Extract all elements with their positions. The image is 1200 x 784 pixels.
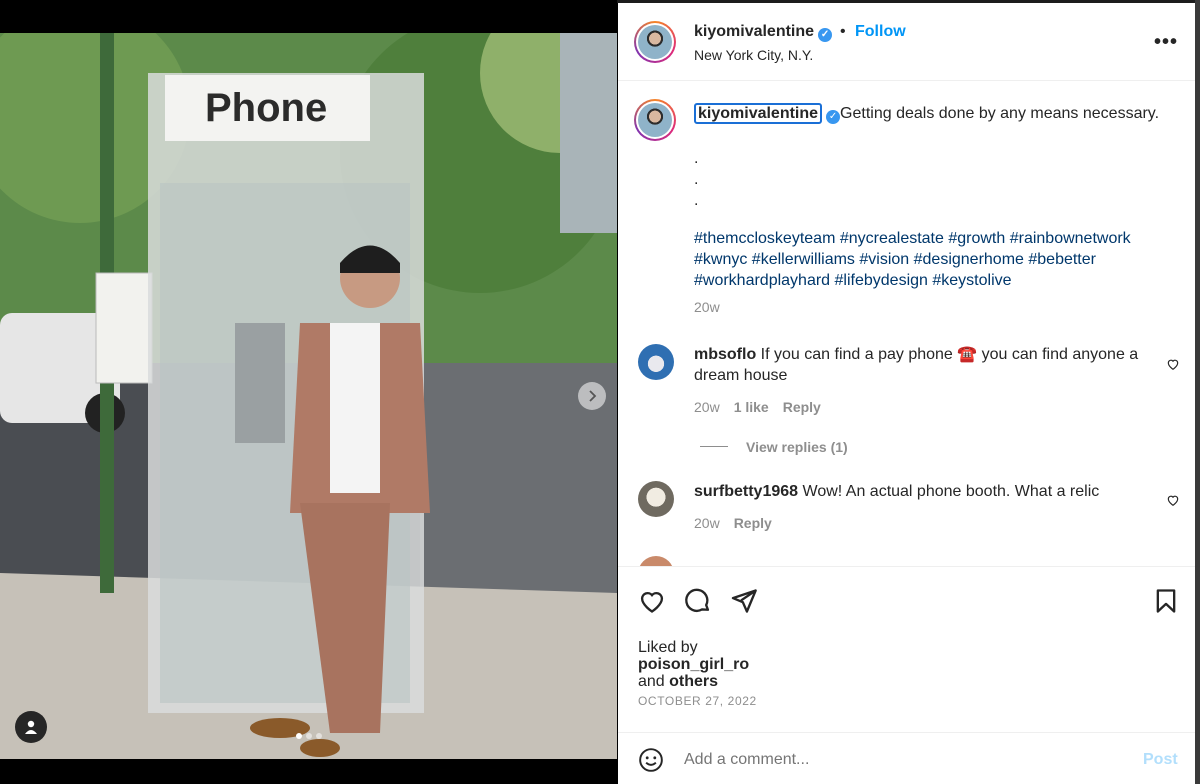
follow-button[interactable]: Follow xyxy=(855,23,906,41)
comment-2-meta: 20w Reply xyxy=(694,515,772,531)
liked-by-summary: Liked by poison_girl_ro and others xyxy=(638,639,750,690)
commenter-avatar[interactable] xyxy=(638,481,674,517)
comment-like-heart-icon[interactable] xyxy=(1166,493,1180,507)
post-location[interactable]: New York City, N.Y. xyxy=(694,47,813,63)
post-side-panel: kiyomivalentine ✓ • Follow New York City,… xyxy=(618,3,1195,784)
caption-dots: . . . xyxy=(694,150,699,209)
post-comment-button[interactable]: Post xyxy=(1143,751,1178,769)
comment-input[interactable] xyxy=(684,751,1124,769)
caption-block: kiyomivalentine ✓ Getting deals done by an… xyxy=(694,103,1174,124)
caption-avatar[interactable] xyxy=(634,99,676,141)
author-username[interactable]: kiyomivalentine ✓ xyxy=(694,23,833,42)
comment-text: Wow! An actual phone booth. What a relic xyxy=(802,483,1100,500)
add-comment-bar: Post xyxy=(618,732,1195,784)
instagram-post-window: Phone kiyomivalentine ✓ • Follow New Yor… xyxy=(0,0,1200,784)
next-photo-button[interactable] xyxy=(578,382,606,410)
user-tag-icon xyxy=(25,720,37,734)
comment-likes-count[interactable]: 1 like xyxy=(734,399,769,415)
replies-divider xyxy=(700,446,728,447)
heart-icon[interactable] xyxy=(638,587,666,615)
carousel-dot xyxy=(316,733,322,739)
carousel-dot xyxy=(306,733,312,739)
comments-list[interactable]: kiyomivalentine ✓ Getting deals done by an… xyxy=(618,82,1195,566)
paper-plane-icon[interactable] xyxy=(730,587,758,615)
booth-sign: Phone xyxy=(205,86,327,130)
commenter-avatar[interactable] xyxy=(638,344,674,380)
liked-by-label: Liked by xyxy=(638,639,698,656)
verified-badge-icon: ✓ xyxy=(818,28,833,42)
chevron-right-icon xyxy=(589,390,597,402)
comment-2: surfbetty1968 Wow! An actual phone booth… xyxy=(694,481,1149,502)
comment-like-heart-icon[interactable] xyxy=(1166,357,1180,371)
photo-letterbox-top xyxy=(0,0,617,33)
emoji-icon[interactable] xyxy=(638,747,664,773)
comment-1-meta: 20w 1 like Reply xyxy=(694,399,821,415)
commenter-avatar-partial[interactable] xyxy=(638,556,674,566)
caption-text: Getting deals done by any means necessar… xyxy=(840,105,1160,122)
author-avatar[interactable] xyxy=(634,21,676,63)
comment-reply-button[interactable]: Reply xyxy=(783,399,821,415)
user-tag-button[interactable] xyxy=(15,711,47,743)
header-separator: • xyxy=(840,23,846,40)
photo-illustration: Phone xyxy=(0,33,617,759)
liked-by-user[interactable]: poison_girl_ro xyxy=(638,656,749,673)
comment-username[interactable]: surfbetty1968 xyxy=(694,483,798,500)
verified-badge-icon: ✓ xyxy=(826,110,841,124)
liked-by-others[interactable]: others xyxy=(669,673,718,690)
right-border xyxy=(1195,0,1200,784)
post-actions: Liked by poison_girl_ro and others OCTOB… xyxy=(618,566,1195,732)
comment-icon[interactable] xyxy=(684,587,712,615)
caption-hashtags[interactable]: #themccloskeyteam #nycrealestate #growth… xyxy=(694,228,1179,291)
bookmark-icon[interactable] xyxy=(1152,587,1180,615)
photo-letterbox-bottom xyxy=(0,759,617,784)
post-photo[interactable]: Phone xyxy=(0,33,617,759)
comment-1: mbsoflo If you can find a pay phone ☎️ y… xyxy=(694,344,1149,386)
caption-username[interactable]: kiyomivalentine xyxy=(694,103,823,124)
caption-time: 20w xyxy=(694,299,720,315)
post-header: kiyomivalentine ✓ • Follow New York City,… xyxy=(618,3,1195,81)
comment-reply-button[interactable]: Reply xyxy=(734,515,772,531)
comment-username[interactable]: mbsoflo xyxy=(694,346,756,363)
carousel-dot-active xyxy=(296,733,302,739)
carousel-dots xyxy=(296,733,322,739)
view-replies-button[interactable]: View replies (1) xyxy=(746,439,848,455)
comment-text: If you can find a pay phone ☎️ you can f… xyxy=(694,346,1139,384)
more-options-icon[interactable]: ••• xyxy=(1154,31,1178,54)
post-date: OCTOBER 27, 2022 xyxy=(638,694,757,708)
